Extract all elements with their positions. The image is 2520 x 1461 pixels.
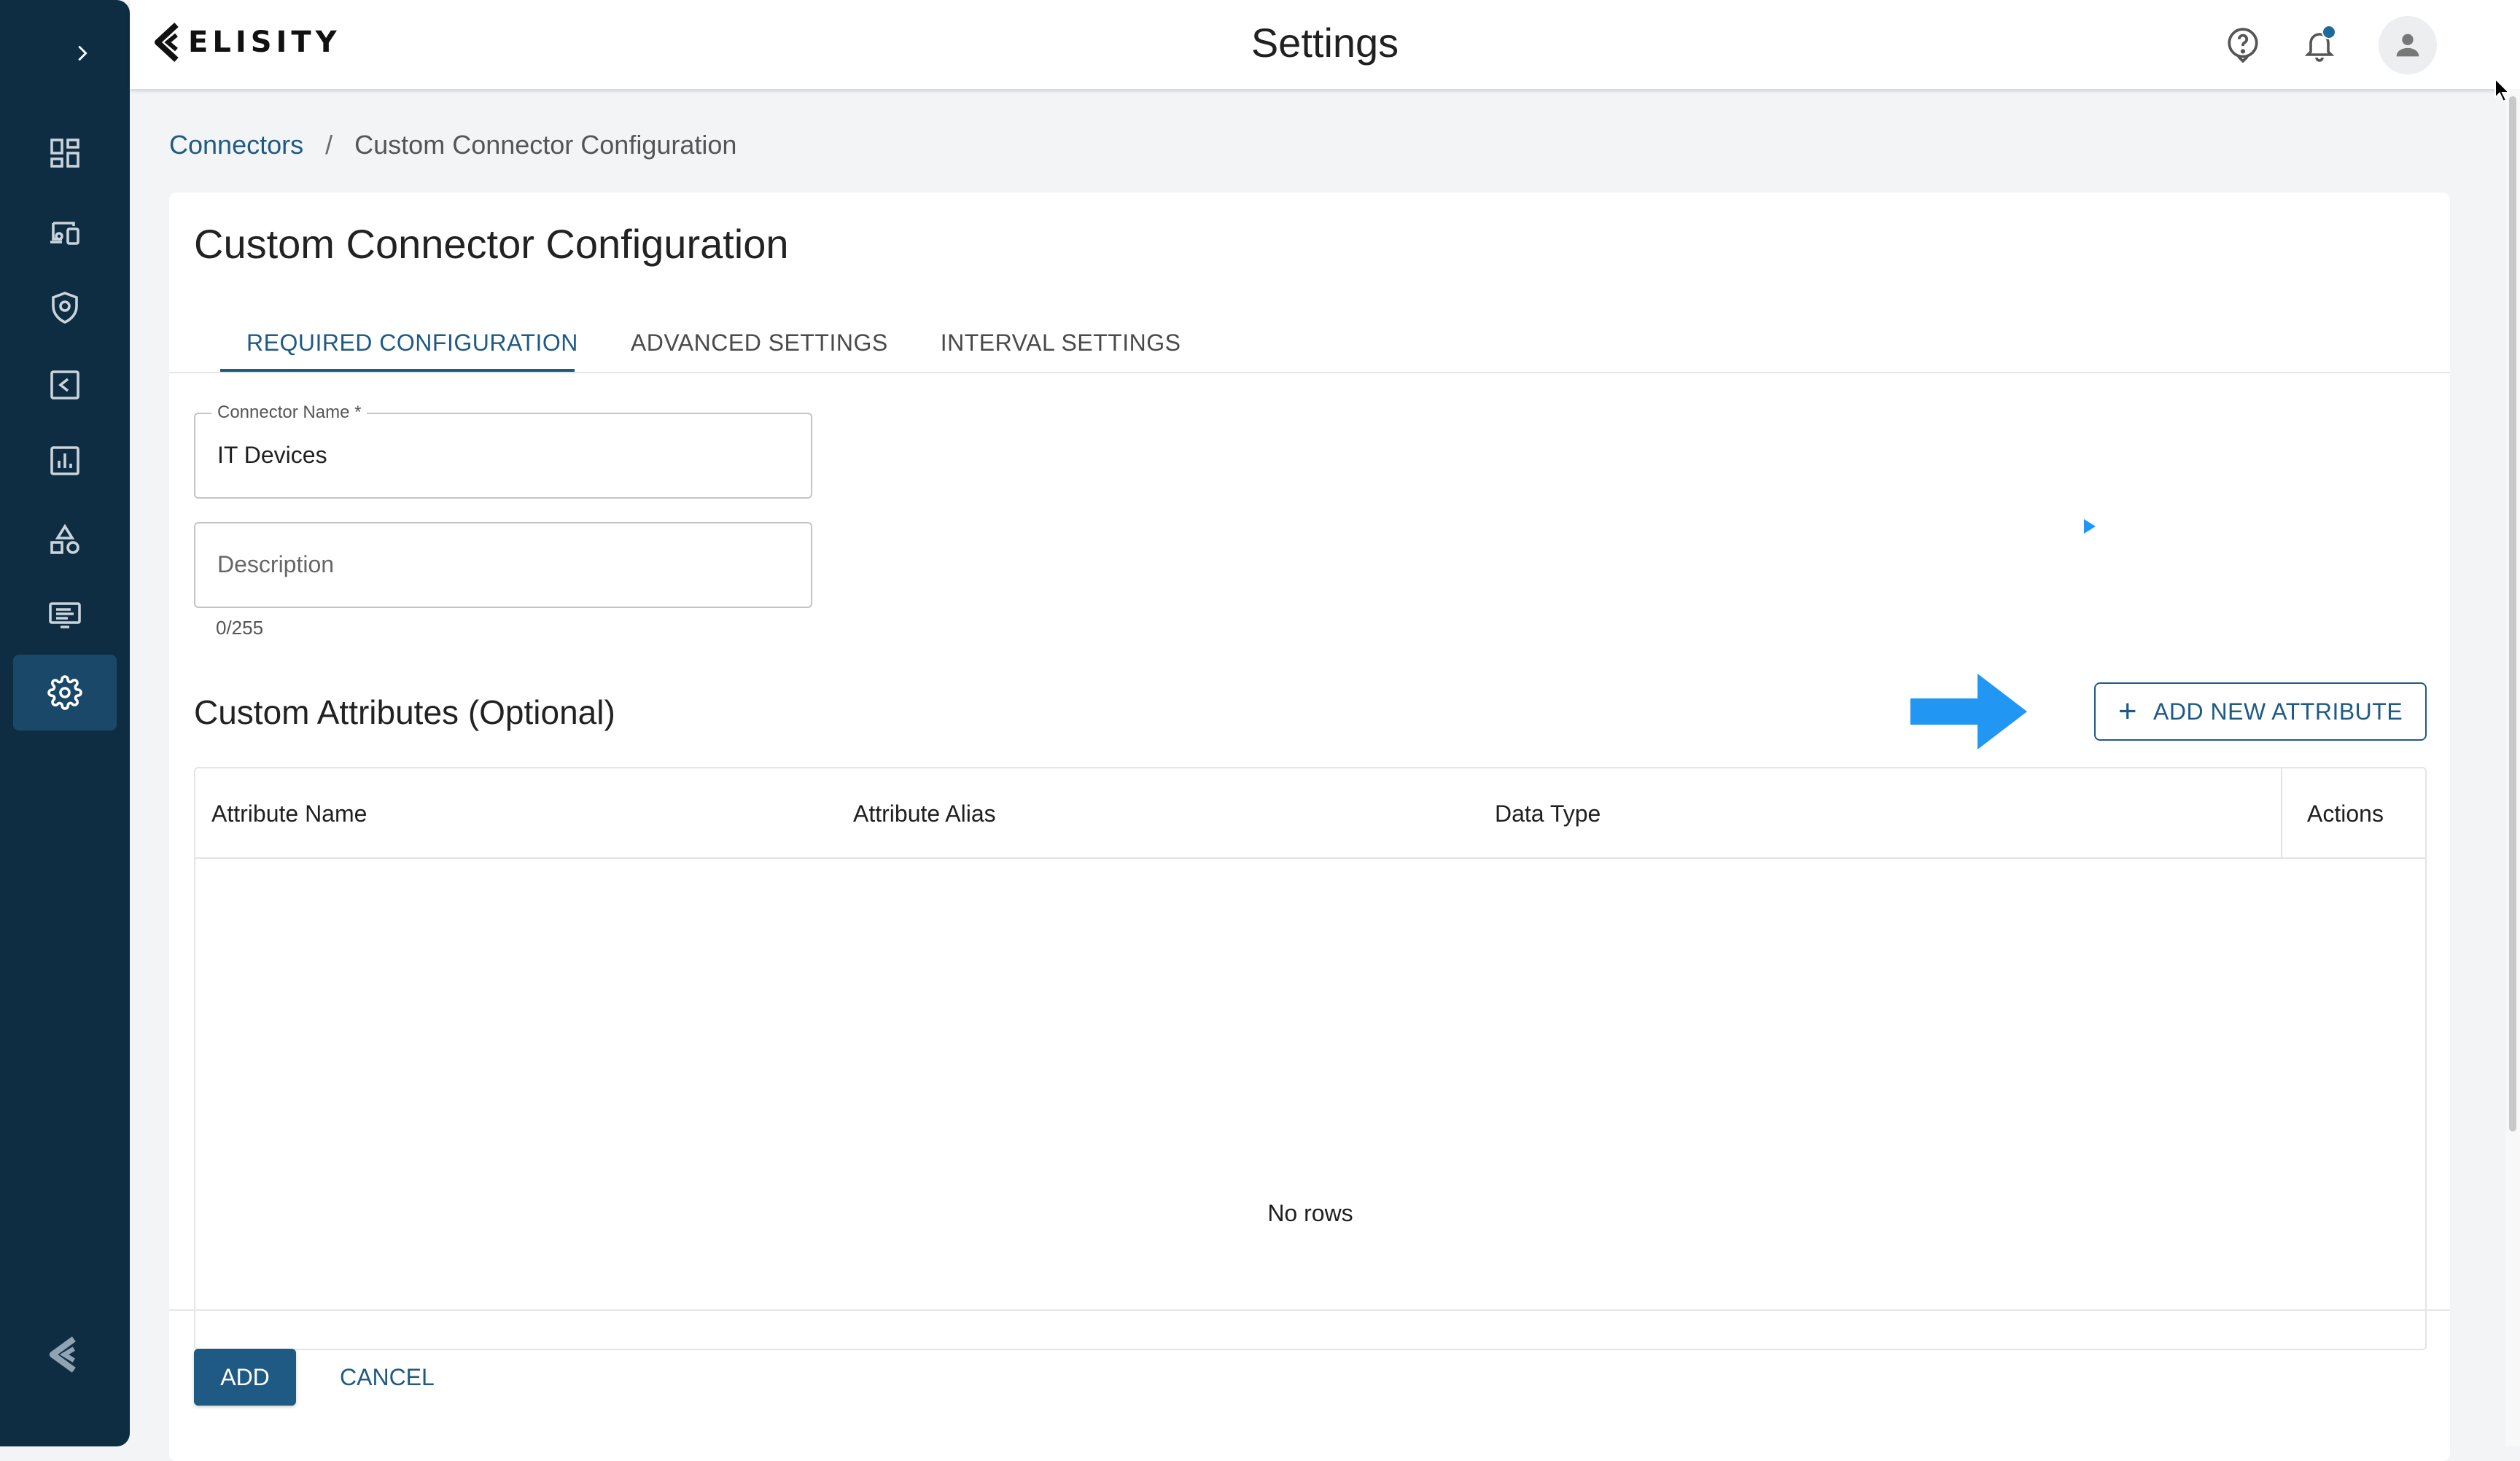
- devices-icon: [50, 222, 79, 245]
- sidebar-expand-button[interactable]: [64, 35, 101, 71]
- scrollbar-thumb[interactable]: [2509, 96, 2516, 1131]
- connector-name-field[interactable]: Connector Name * IT Devices: [194, 402, 812, 499]
- notification-dot: [2322, 25, 2336, 39]
- add-new-attribute-button[interactable]: + ADD NEW ATTRIBUTE: [2094, 682, 2427, 741]
- column-separator: [2281, 768, 2282, 857]
- tab-advanced-settings[interactable]: ADVANCED SETTINGS: [604, 309, 914, 376]
- table-header: Attribute Name Attribute Alias Data Type…: [195, 768, 2425, 859]
- attributes-table: Attribute Name Attribute Alias Data Type…: [194, 767, 2427, 1350]
- annotation-arrow-icon: [1910, 674, 2027, 749]
- policy-shield-icon: [52, 292, 78, 324]
- shapes-icon: [50, 523, 79, 554]
- connector-name-label: Connector Name *: [211, 402, 368, 423]
- analytics-icon: [50, 446, 79, 475]
- monitor-icon: [49, 602, 81, 628]
- breadcrumb: Connectors / Custom Connector Configurat…: [169, 130, 736, 160]
- column-header-attribute-alias[interactable]: Attribute Alias: [853, 800, 996, 827]
- tab-required-configuration[interactable]: REQUIRED CONFIGURATION: [220, 309, 604, 376]
- dashboard-icon: [50, 139, 79, 168]
- page-title: Settings: [1251, 20, 1399, 66]
- column-header-attribute-name[interactable]: Attribute Name: [211, 800, 367, 827]
- column-header-data-type[interactable]: Data Type: [1495, 800, 1601, 827]
- help-icon: [2228, 28, 2258, 63]
- empty-table-message: No rows: [1267, 1200, 1353, 1226]
- description-field[interactable]: Description: [194, 522, 812, 608]
- page-scrollbar[interactable]: [2505, 89, 2520, 1446]
- card-title: Custom Connector Configuration: [194, 221, 789, 267]
- help-button[interactable]: [2219, 20, 2267, 69]
- sidebar-item-monitor[interactable]: [13, 577, 117, 653]
- description-char-counter: 0/255: [216, 617, 264, 639]
- mouse-cursor-icon: [2494, 77, 2511, 103]
- top-bar: ELISITY Settings: [130, 0, 2520, 89]
- tab-interval-settings[interactable]: INTERVAL SETTINGS: [914, 309, 1208, 376]
- brand-name: ELISITY: [188, 26, 341, 59]
- sidebar-item-policies[interactable]: [13, 270, 117, 346]
- plus-icon: +: [2118, 693, 2138, 729]
- elisity-logo-icon: [155, 23, 179, 62]
- notifications-button[interactable]: [2295, 20, 2344, 69]
- elisity-mark-icon: [49, 1336, 76, 1373]
- sidebar-item-settings[interactable]: [13, 655, 117, 730]
- connector-name-value: IT Devices: [217, 442, 327, 468]
- footer-divider: [169, 1309, 2450, 1311]
- collector-icon: [50, 370, 79, 400]
- tabs-divider: [169, 372, 2450, 373]
- brand-logo[interactable]: ELISITY: [153, 22, 341, 63]
- sidebar-item-analytics[interactable]: [13, 423, 117, 499]
- sidebar-item-dashboard[interactable]: [13, 115, 117, 191]
- breadcrumb-separator: /: [325, 130, 333, 160]
- column-header-actions: Actions: [2307, 800, 2384, 827]
- add-new-attribute-label: ADD NEW ATTRIBUTE: [2153, 698, 2403, 725]
- chevron-right-icon: [78, 45, 88, 61]
- sidebar: [0, 0, 130, 1446]
- sidebar-item-collectors[interactable]: [13, 347, 117, 423]
- sidebar-item-devices[interactable]: [13, 194, 117, 270]
- breadcrumb-connectors-link[interactable]: Connectors: [169, 130, 303, 160]
- add-button[interactable]: ADD: [194, 1349, 296, 1406]
- play-marker-icon: [2084, 519, 2096, 534]
- settings-gear-icon: [47, 675, 82, 710]
- sidebar-item-shapes[interactable]: [13, 502, 117, 577]
- custom-attributes-title: Custom Attributes (Optional): [194, 693, 615, 731]
- breadcrumb-current: Custom Connector Configuration: [354, 130, 737, 160]
- cancel-button[interactable]: CANCEL: [340, 1349, 435, 1406]
- tab-bar: REQUIRED CONFIGURATION ADVANCED SETTINGS…: [220, 309, 1207, 376]
- config-card: Custom Connector Configuration REQUIRED …: [169, 192, 2450, 1461]
- user-icon: [2396, 34, 2419, 57]
- description-placeholder: Description: [217, 551, 335, 577]
- user-avatar[interactable]: [2379, 16, 2437, 74]
